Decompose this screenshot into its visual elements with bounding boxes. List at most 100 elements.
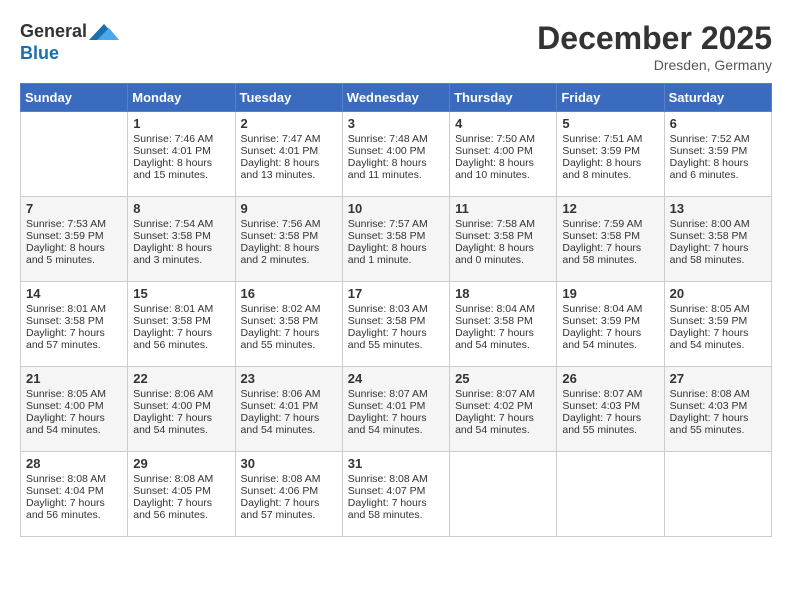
calendar-cell [450, 452, 557, 537]
header-wednesday: Wednesday [342, 84, 449, 112]
calendar-cell: 11Sunrise: 7:58 AMSunset: 3:58 PMDayligh… [450, 197, 557, 282]
sunset-text: Sunset: 3:58 PM [348, 230, 444, 242]
title-block: December 2025 Dresden, Germany [537, 20, 772, 73]
daylight-text: Daylight: 7 hours and 58 minutes. [562, 242, 658, 266]
day-number: 16 [241, 286, 337, 301]
sunset-text: Sunset: 4:00 PM [133, 400, 229, 412]
sunrise-text: Sunrise: 8:07 AM [348, 388, 444, 400]
daylight-text: Daylight: 7 hours and 58 minutes. [670, 242, 766, 266]
day-number: 5 [562, 116, 658, 131]
day-number: 13 [670, 201, 766, 216]
sunset-text: Sunset: 4:03 PM [562, 400, 658, 412]
week-row-5: 28Sunrise: 8:08 AMSunset: 4:04 PMDayligh… [21, 452, 772, 537]
daylight-text: Daylight: 7 hours and 58 minutes. [348, 497, 444, 521]
header-saturday: Saturday [664, 84, 771, 112]
daylight-text: Daylight: 8 hours and 6 minutes. [670, 157, 766, 181]
sunset-text: Sunset: 4:07 PM [348, 485, 444, 497]
daylight-text: Daylight: 8 hours and 2 minutes. [241, 242, 337, 266]
sunset-text: Sunset: 4:01 PM [133, 145, 229, 157]
calendar-cell [664, 452, 771, 537]
daylight-text: Daylight: 7 hours and 55 minutes. [348, 327, 444, 351]
sunrise-text: Sunrise: 7:46 AM [133, 133, 229, 145]
day-number: 26 [562, 371, 658, 386]
sunrise-text: Sunrise: 7:54 AM [133, 218, 229, 230]
calendar-cell: 5Sunrise: 7:51 AMSunset: 3:59 PMDaylight… [557, 112, 664, 197]
day-number: 24 [348, 371, 444, 386]
header-monday: Monday [128, 84, 235, 112]
day-number: 3 [348, 116, 444, 131]
day-number: 15 [133, 286, 229, 301]
calendar-cell: 17 Sunrise: 8:03 AMSunset: 3:58 PMDayligh… [342, 282, 449, 367]
sunrise-text: Sunrise: 7:52 AM [670, 133, 766, 145]
daylight-text: Daylight: 7 hours and 57 minutes. [26, 327, 122, 351]
calendar-cell: 21Sunrise: 8:05 AMSunset: 4:00 PMDayligh… [21, 367, 128, 452]
daylight-text: Daylight: 7 hours and 54 minutes. [348, 412, 444, 436]
sunset-text: Sunset: 3:58 PM [348, 315, 444, 327]
daylight-text: Daylight: 7 hours and 54 minutes. [241, 412, 337, 436]
day-number: 14 [26, 286, 122, 301]
sunset-text: Sunset: 3:58 PM [455, 230, 551, 242]
calendar-cell: 12 Sunrise: 7:59 AMSunset: 3:58 PMDayligh… [557, 197, 664, 282]
day-number: 17 [348, 286, 444, 301]
sunset-text: Sunset: 4:00 PM [348, 145, 444, 157]
daylight-text: Daylight: 8 hours and 10 minutes. [455, 157, 551, 181]
sunrise-text: Sunrise: 8:08 AM [670, 388, 766, 400]
sunrise-text: Sunrise: 8:06 AM [241, 388, 337, 400]
header-sunday: Sunday [21, 84, 128, 112]
daylight-text: Daylight: 7 hours and 55 minutes. [562, 412, 658, 436]
sunset-text: Sunset: 3:58 PM [670, 230, 766, 242]
daylight-text: Daylight: 8 hours and 1 minute. [348, 242, 444, 266]
daylight-text: Daylight: 8 hours and 15 minutes. [133, 157, 229, 181]
day-number: 1 [133, 116, 229, 131]
day-number: 6 [670, 116, 766, 131]
sunrise-text: Sunrise: 8:05 AM [26, 388, 122, 400]
day-number: 12 [562, 201, 658, 216]
sunrise-text: Sunrise: 7:47 AM [241, 133, 337, 145]
calendar-cell: 19Sunrise: 8:04 AMSunset: 3:59 PMDayligh… [557, 282, 664, 367]
sunset-text: Sunset: 3:58 PM [241, 315, 337, 327]
calendar-cell: 18Sunrise: 8:04 AMSunset: 3:58 PMDayligh… [450, 282, 557, 367]
daylight-text: Daylight: 7 hours and 56 minutes. [133, 327, 229, 351]
sunrise-text: Sunrise: 8:03 AM [348, 303, 444, 315]
sunset-text: Sunset: 3:58 PM [133, 315, 229, 327]
daylight-text: Daylight: 7 hours and 54 minutes. [455, 327, 551, 351]
calendar-cell: 7Sunrise: 7:53 AMSunset: 3:59 PMDaylight… [21, 197, 128, 282]
sunset-text: Sunset: 3:58 PM [455, 315, 551, 327]
sunset-text: Sunset: 3:59 PM [670, 145, 766, 157]
calendar-cell: 16 Sunrise: 8:02 AMSunset: 3:58 PMDayligh… [235, 282, 342, 367]
header-tuesday: Tuesday [235, 84, 342, 112]
week-row-4: 21 Sunrise: 8:05 AM Sunset: 4:00 PM Dayligh… [21, 367, 772, 452]
daylight-text: Daylight: 7 hours and 54 minutes. [670, 327, 766, 351]
location-subtitle: Dresden, Germany [537, 57, 772, 73]
daylight-text: Daylight: 7 hours and 55 minutes. [241, 327, 337, 351]
day-number: 29 [133, 456, 229, 471]
sunrise-text: Sunrise: 8:02 AM [241, 303, 337, 315]
sunrise-text: Sunrise: 7:56 AM [241, 218, 337, 230]
sunset-text: Sunset: 4:05 PM [133, 485, 229, 497]
day-number: 22 [133, 371, 229, 386]
sunset-text: Sunset: 4:06 PM [241, 485, 337, 497]
calendar-header-row: SundayMondayTuesdayWednesdayThursdayFrid… [21, 84, 772, 112]
day-number: 21 [26, 371, 122, 386]
sunset-text: Sunset: 4:00 PM [455, 145, 551, 157]
sunset-text: Sunset: 4:01 PM [241, 400, 337, 412]
calendar-cell: 30Sunrise: 8:08 AMSunset: 4:06 PMDayligh… [235, 452, 342, 537]
day-number: 19 [562, 286, 658, 301]
sunset-text: Sunset: 4:01 PM [241, 145, 337, 157]
header-thursday: Thursday [450, 84, 557, 112]
sunrise-text: Sunrise: 8:04 AM [455, 303, 551, 315]
calendar-cell: 10Sunrise: 7:57 AMSunset: 3:58 PMDayligh… [342, 197, 449, 282]
calendar-cell: 3Sunrise: 7:48 AMSunset: 4:00 PMDaylight… [342, 112, 449, 197]
daylight-text: Daylight: 7 hours and 55 minutes. [670, 412, 766, 436]
sunset-text: Sunset: 3:59 PM [26, 230, 122, 242]
sunrise-text: Sunrise: 7:59 AM [562, 218, 658, 230]
sunset-text: Sunset: 3:58 PM [562, 230, 658, 242]
daylight-text: Daylight: 7 hours and 56 minutes. [133, 497, 229, 521]
sunrise-text: Sunrise: 7:51 AM [562, 133, 658, 145]
sunrise-text: Sunrise: 7:50 AM [455, 133, 551, 145]
daylight-text: Daylight: 8 hours and 5 minutes. [26, 242, 122, 266]
sunrise-text: Sunrise: 8:06 AM [133, 388, 229, 400]
day-number: 2 [241, 116, 337, 131]
calendar-cell: 6 Sunrise: 7:52 AMSunset: 3:59 PMDaylight… [664, 112, 771, 197]
calendar-cell: 13Sunrise: 8:00 AMSunset: 3:58 PMDayligh… [664, 197, 771, 282]
